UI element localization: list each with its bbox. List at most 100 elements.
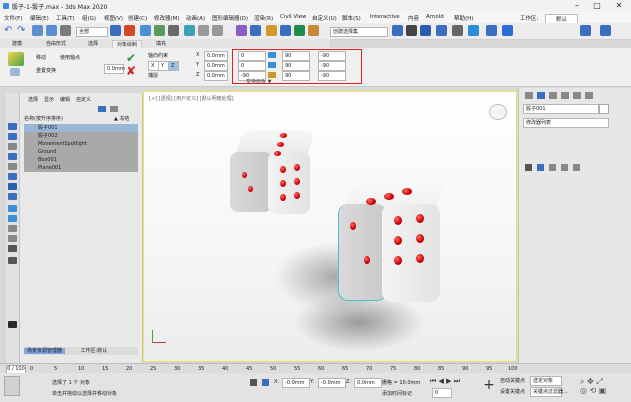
coord-y-field[interactable]: -0.0mm [318, 378, 346, 388]
filter-objects-icon[interactable] [98, 106, 106, 112]
menu-view[interactable]: 视图(V) [104, 14, 123, 22]
explorer-tab-customize[interactable]: 自定义 [76, 96, 91, 103]
tab-modeling[interactable]: 建模 [8, 40, 26, 48]
maximize-button[interactable]: □ [588, 0, 606, 12]
select-and-scale-icon[interactable] [168, 25, 179, 36]
open-explorer-icon[interactable] [580, 25, 591, 36]
panel-motion-icon[interactable] [561, 92, 569, 99]
configure-sets-icon[interactable] [573, 164, 580, 171]
die-back[interactable] [230, 130, 316, 218]
close-button[interactable]: ✕ [610, 0, 628, 12]
key-filters-button[interactable]: 关键点过滤器... [530, 387, 568, 397]
menu-arnold[interactable]: Arnold [426, 14, 444, 20]
systems-icon[interactable] [8, 245, 17, 252]
explorer-footer-left[interactable]: 场景资源管理器 [24, 348, 66, 354]
rendered-frame-icon[interactable] [406, 25, 417, 36]
explorer-footer-right[interactable]: 工作区:默认 [81, 348, 108, 354]
selection-lock-icon[interactable] [262, 379, 269, 386]
bind-space-warp-icon[interactable] [60, 25, 71, 36]
view-cube-icon[interactable] [489, 104, 507, 120]
motion-icon[interactable] [8, 153, 17, 160]
percent-snap-icon[interactable] [212, 25, 223, 36]
modify-icon[interactable] [8, 133, 17, 140]
display-icon[interactable] [8, 163, 17, 170]
helper-icon[interactable] [8, 225, 17, 232]
menu-help[interactable]: 帮助(H) [454, 14, 473, 22]
filter-icon[interactable] [8, 183, 17, 190]
explorer-row-5[interactable]: Box001 [24, 156, 138, 164]
isolate-icon[interactable] [250, 379, 257, 386]
check-icon[interactable]: ✔ [126, 52, 136, 64]
object-icon[interactable] [10, 68, 20, 76]
undo-icon[interactable]: ↶ [4, 25, 15, 36]
minimize-button[interactable]: – [568, 0, 586, 12]
make-unique-icon[interactable] [549, 164, 556, 171]
hierarchy-icon[interactable] [8, 143, 17, 150]
menu-animation[interactable]: 动画(A) [186, 14, 205, 22]
menu-civil-view[interactable]: Civil View [280, 14, 306, 20]
explorer-tab-display[interactable]: 显示 [44, 96, 54, 103]
pin-stack-icon[interactable] [525, 164, 532, 171]
set-key-plus-icon[interactable]: + [482, 377, 496, 393]
offset-y-field[interactable]: 0.0mm [204, 61, 228, 71]
explorer-row-4[interactable]: Ground [24, 148, 138, 156]
angle-snap-icon[interactable] [198, 25, 209, 36]
menu-content[interactable]: 内容 [408, 14, 419, 22]
select-by-name-icon[interactable] [124, 25, 135, 36]
viewport-label[interactable]: [+] [透视] [用户定义] [默认明暗处理] [149, 95, 234, 102]
menu-scripting[interactable]: 脚本(S) [342, 14, 361, 22]
snap-toggle-icon[interactable] [184, 25, 195, 36]
explorer-tab-select[interactable]: 选择 [28, 96, 38, 103]
object-color-swatch[interactable] [599, 104, 609, 114]
auto-key-button[interactable]: 自动关键点 [500, 377, 525, 384]
sort-icon[interactable] [8, 257, 17, 264]
panel-utilities-icon[interactable] [585, 92, 593, 99]
menu-group[interactable]: 组(G) [82, 14, 96, 22]
menu-graph-editors[interactable]: 图形编辑器(D) [212, 14, 248, 22]
panel-modify-icon[interactable] [537, 92, 545, 99]
menu-edit[interactable]: 编辑(E) [30, 14, 49, 22]
menu-modifiers[interactable]: 修改器(M) [154, 14, 180, 22]
explorer-row-2[interactable]: 骰子002 [24, 132, 138, 140]
coord-z-field[interactable]: 0.0mm [354, 378, 382, 388]
coord-x-field[interactable]: -0.0mm [282, 378, 310, 388]
select-and-move-icon[interactable] [140, 25, 151, 36]
material-editor-icon[interactable] [308, 25, 319, 36]
remove-modifier-icon[interactable] [561, 164, 568, 171]
link-icon[interactable] [32, 25, 43, 36]
utilities-icon[interactable] [8, 173, 17, 180]
paint-brush-icon[interactable] [8, 52, 24, 66]
spacewarp-icon[interactable] [8, 235, 17, 242]
explorer-header-frozen[interactable]: ▲ 冻结 [114, 115, 138, 123]
unlink-icon[interactable] [46, 25, 57, 36]
selection-filter-select[interactable]: 全部 [76, 27, 108, 37]
current-frame-field[interactable]: 0 [432, 388, 452, 398]
menu-create[interactable]: 创建(C) [128, 14, 147, 22]
explorer-row-6[interactable]: Plane001 [24, 164, 138, 172]
explorer-row-3[interactable]: MovementSpotlight [24, 140, 138, 148]
menu-tools[interactable]: 工具(T) [56, 14, 75, 22]
cancel-x-icon[interactable]: ✘ [126, 65, 136, 77]
explorer-settings-icon[interactable] [110, 106, 118, 112]
tab-freeform[interactable]: 自由形式 [42, 40, 70, 48]
redo-icon[interactable]: ↷ [17, 25, 28, 36]
tab-selection[interactable]: 选择 [84, 40, 102, 48]
menu-customize[interactable]: 自定义(U) [312, 14, 337, 22]
camera-icon[interactable] [8, 205, 17, 212]
select-and-rotate-icon[interactable] [154, 25, 165, 36]
modifier-list-select[interactable]: 修改器列表 [523, 118, 609, 128]
object-name-field[interactable]: 骰子001 [523, 104, 599, 114]
menu-rendering[interactable]: 渲染(R) [254, 14, 273, 22]
render-iterative-icon[interactable] [452, 25, 463, 36]
light-icon[interactable] [8, 215, 17, 222]
render-setup-icon[interactable] [392, 25, 403, 36]
arnold-icon[interactable] [502, 25, 513, 36]
maxscript-listener[interactable] [4, 376, 20, 396]
environment-icon[interactable] [486, 25, 497, 36]
viewport-navigation-icons[interactable]: ⌕ ✥ ⤢ ◎ ⟲ ▣ [580, 377, 624, 395]
select-object-icon[interactable] [110, 25, 121, 36]
unit-x-field[interactable]: 0.0mm [104, 64, 125, 74]
viewport-layout-icon[interactable] [600, 25, 611, 36]
axis-z-button[interactable]: Z [168, 61, 179, 71]
explorer-row-1[interactable]: 骰子001 [24, 124, 138, 132]
